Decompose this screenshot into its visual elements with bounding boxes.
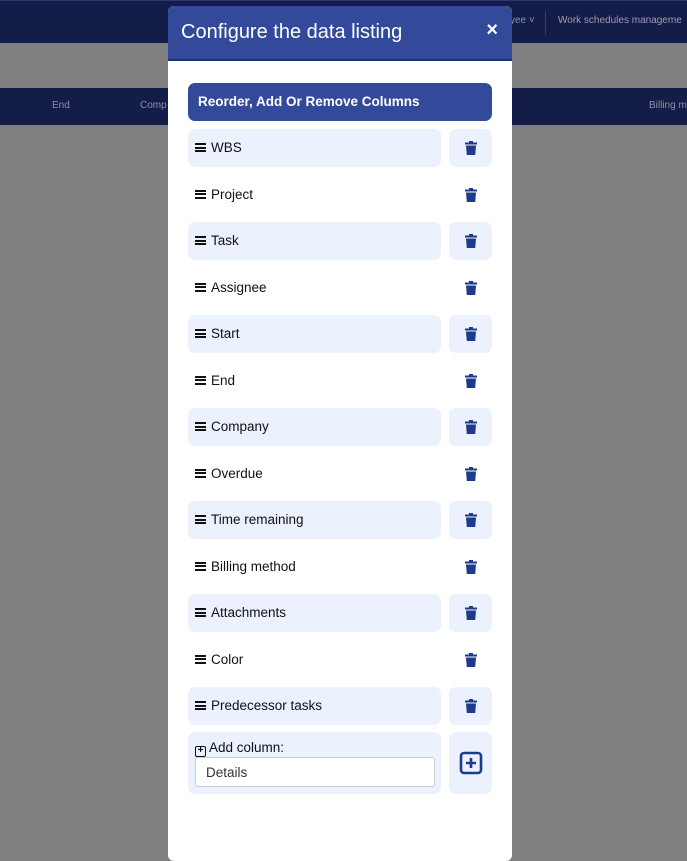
delete-column-button[interactable]	[449, 129, 492, 167]
drag-handle-icon	[195, 189, 206, 199]
column-row[interactable]: Billing method	[188, 548, 492, 586]
drag-handle-icon	[195, 654, 206, 664]
trash-icon	[464, 559, 477, 574]
delete-column-button[interactable]	[449, 362, 492, 400]
delete-column-button[interactable]	[449, 548, 492, 586]
column-drag-handle[interactable]: Color	[188, 641, 441, 679]
trash-icon	[464, 699, 477, 713]
delete-column-button[interactable]	[449, 501, 492, 539]
delete-column-button[interactable]	[449, 594, 492, 632]
column-row[interactable]: Color	[188, 641, 492, 679]
column-drag-handle[interactable]: Company	[188, 408, 441, 446]
delete-column-button[interactable]	[449, 687, 492, 725]
trash-icon	[464, 606, 477, 620]
plus-square-icon	[459, 751, 482, 775]
column-row[interactable]: Project	[188, 176, 492, 214]
plus-square-icon: +	[195, 746, 206, 757]
column-label: WBS	[211, 140, 242, 155]
column-header-company: Comp	[140, 100, 167, 111]
trash-icon	[464, 141, 477, 155]
delete-column-button[interactable]	[449, 408, 492, 446]
column-drag-handle[interactable]: WBS	[188, 129, 441, 167]
column-drag-handle[interactable]: Overdue	[188, 455, 441, 493]
column-label: Project	[211, 186, 254, 202]
trash-icon	[464, 187, 477, 202]
add-column-panel: + Add column:	[188, 732, 492, 794]
column-header-billing: Billing m	[649, 100, 687, 111]
column-row[interactable]: Company	[188, 408, 492, 446]
delete-column-button[interactable]	[449, 269, 492, 307]
drag-handle-icon	[195, 468, 206, 478]
column-label: Attachments	[211, 605, 287, 620]
trash-icon	[464, 280, 477, 295]
column-row[interactable]: Predecessor tasks	[188, 687, 492, 725]
column-drag-handle[interactable]: Assignee	[188, 269, 441, 307]
drag-handle-icon	[195, 515, 206, 524]
delete-column-button[interactable]	[449, 641, 492, 679]
configure-listing-modal: Configure the data listing × Reorder, Ad…	[168, 6, 512, 861]
column-label: Start	[211, 326, 240, 341]
add-column-label: + Add column:	[195, 740, 284, 757]
nav-work-schedules[interactable]: Work schedules manageme	[558, 15, 682, 26]
column-label: Time remaining	[211, 512, 304, 527]
add-column-input[interactable]	[195, 757, 435, 787]
nav-employee-dropdown[interactable]: yee ˅	[510, 15, 535, 26]
column-row[interactable]: Time remaining	[188, 501, 492, 539]
add-column-button[interactable]	[449, 732, 492, 794]
trash-icon	[464, 513, 477, 527]
section-title: Reorder, Add Or Remove Columns	[188, 83, 492, 121]
drag-handle-icon	[195, 143, 206, 152]
column-drag-handle[interactable]: Start	[188, 315, 441, 353]
delete-column-button[interactable]	[449, 222, 492, 260]
column-label: Assignee	[211, 279, 267, 295]
column-drag-handle[interactable]: Project	[188, 176, 441, 214]
delete-column-button[interactable]	[449, 455, 492, 493]
column-label: Color	[211, 651, 244, 667]
column-drag-handle[interactable]: Predecessor tasks	[188, 687, 441, 725]
column-drag-handle[interactable]: Attachments	[188, 594, 441, 632]
drag-handle-icon	[195, 561, 206, 571]
trash-icon	[464, 373, 477, 388]
delete-column-button[interactable]	[449, 176, 492, 214]
drag-handle-icon	[195, 375, 206, 385]
trash-icon	[464, 327, 477, 341]
column-row[interactable]: Attachments	[188, 594, 492, 632]
column-drag-handle[interactable]: Time remaining	[188, 501, 441, 539]
column-row[interactable]: WBS	[188, 129, 492, 167]
column-row[interactable]: Assignee	[188, 269, 492, 307]
trash-icon	[464, 234, 477, 248]
drag-handle-icon	[195, 236, 206, 245]
trash-icon	[464, 420, 477, 434]
modal-header: Configure the data listing ×	[168, 6, 512, 61]
column-header-end: End	[52, 100, 70, 111]
column-drag-handle[interactable]: Billing method	[188, 548, 441, 586]
column-label: Company	[211, 419, 269, 434]
column-label: Predecessor tasks	[211, 698, 323, 713]
column-drag-handle[interactable]: Task	[188, 222, 441, 260]
column-row[interactable]: Task	[188, 222, 492, 260]
column-drag-handle[interactable]: End	[188, 362, 441, 400]
drag-handle-icon	[195, 422, 206, 431]
column-row[interactable]: Start	[188, 315, 492, 353]
column-label: Overdue	[211, 465, 263, 481]
close-button[interactable]: ×	[486, 19, 498, 42]
trash-icon	[464, 466, 477, 481]
column-row[interactable]: End	[188, 362, 492, 400]
delete-column-button[interactable]	[449, 315, 492, 353]
nav-divider	[545, 11, 546, 35]
column-label: Billing method	[211, 558, 296, 574]
drag-handle-icon	[195, 329, 206, 338]
drag-handle-icon	[195, 701, 206, 710]
drag-handle-icon	[195, 282, 206, 292]
drag-handle-icon	[195, 608, 206, 617]
column-label: Task	[211, 233, 239, 248]
trash-icon	[464, 652, 477, 667]
modal-title: Configure the data listing	[181, 21, 403, 43]
column-label: End	[211, 372, 236, 388]
column-row[interactable]: Overdue	[188, 455, 492, 493]
